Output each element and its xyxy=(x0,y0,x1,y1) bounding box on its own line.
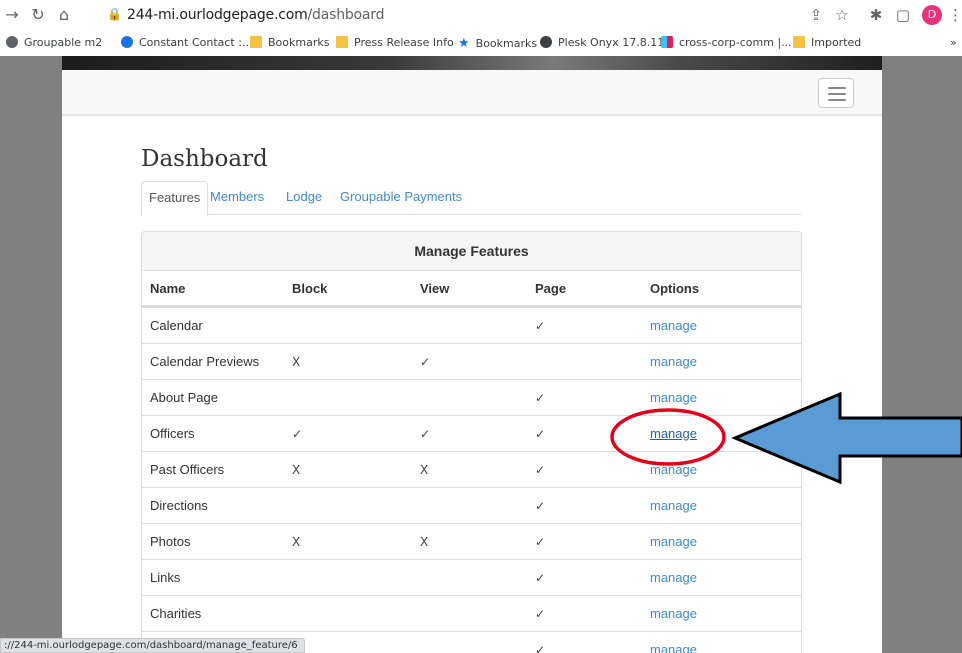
manage-link[interactable]: manage xyxy=(650,488,697,524)
feature-name: Past Officers xyxy=(150,462,225,477)
manage-link[interactable]: manage xyxy=(650,452,697,488)
page-value: ✓ xyxy=(535,607,546,621)
page-value: ✓ xyxy=(535,427,546,441)
page-value: ✓ xyxy=(535,319,546,333)
page-value: ✓ xyxy=(535,463,546,477)
feature-name: About Page xyxy=(150,390,218,405)
manage-link[interactable]: manage xyxy=(650,380,697,416)
manage-features-panel: Manage Features Name Block View Page Opt… xyxy=(141,231,802,653)
view-value: X xyxy=(420,535,429,549)
site-navbar xyxy=(62,70,882,116)
reload-icon[interactable]: ↻ xyxy=(28,5,48,25)
status-bar-url: ://244-mi.ourlodgepage.com/dashboard/man… xyxy=(0,638,305,653)
panel-heading: Manage Features xyxy=(142,232,801,271)
table-header-row: Name Block View Page Options xyxy=(142,271,801,307)
feature-name: Officers xyxy=(150,426,195,441)
view-value: ✓ xyxy=(420,427,431,441)
feature-name: Links xyxy=(150,570,181,585)
extensions-icon[interactable]: ✱ xyxy=(866,5,886,25)
feature-name: Charities xyxy=(150,606,202,621)
manage-link[interactable]: manage xyxy=(650,308,697,344)
url-text: 244-mi.ourlodgepage.com/dashboard xyxy=(127,7,385,23)
constant-contact-icon xyxy=(121,36,133,48)
folder-icon xyxy=(250,36,262,48)
star-icon: ★ xyxy=(458,36,470,51)
block-value: X xyxy=(292,355,301,369)
block-value: X xyxy=(292,463,301,477)
column-header-view: View xyxy=(420,281,450,296)
feature-name: Directions xyxy=(150,498,208,513)
bookmark-item[interactable]: Bookmarks xyxy=(250,36,329,52)
page-value: ✓ xyxy=(535,643,546,653)
feature-name: Calendar Previews xyxy=(150,354,260,369)
block-value: X xyxy=(292,535,301,549)
table-row: Directions ✓ manage xyxy=(142,487,801,523)
manage-link[interactable]: manage xyxy=(650,344,697,380)
column-header-page: Page xyxy=(535,281,567,296)
table-row: Past Officers X X ✓ manage xyxy=(142,451,801,487)
bookmark-item[interactable]: Groupable m2 xyxy=(6,36,102,52)
forward-icon[interactable]: → xyxy=(2,5,22,25)
bookmark-star-icon[interactable]: ☆ xyxy=(832,5,852,25)
bookmarks-bar: Groupable m2 Constant Contact :... Bookm… xyxy=(0,32,962,56)
table-row: Links ✓ manage xyxy=(142,559,801,595)
page-value: ✓ xyxy=(535,571,546,585)
header-banner-image xyxy=(62,56,882,70)
block-value: ✓ xyxy=(292,427,303,441)
hamburger-menu-icon[interactable] xyxy=(818,78,854,108)
plesk-icon xyxy=(540,36,552,48)
bookmark-item[interactable]: Plesk Onyx 17.8.11 xyxy=(540,36,664,52)
folder-icon xyxy=(793,36,805,48)
manage-link[interactable]: manage xyxy=(650,596,697,632)
manage-link-officers[interactable]: manage xyxy=(650,416,697,452)
feature-name: Photos xyxy=(150,534,191,549)
table-row: Charities ✓ manage xyxy=(142,595,801,631)
manage-link[interactable]: manage xyxy=(650,560,697,596)
globe-icon xyxy=(6,36,18,48)
profile-avatar[interactable]: D xyxy=(922,5,942,25)
page-content: Dashboard Features Members Lodge Groupab… xyxy=(62,70,882,653)
tab-lodge[interactable]: Lodge xyxy=(279,181,329,215)
feature-name: Calendar xyxy=(150,318,203,333)
column-header-options: Options xyxy=(650,281,700,296)
manage-link[interactable]: manage xyxy=(650,632,697,653)
share-icon[interactable]: ⇪ xyxy=(806,5,826,25)
tab-features[interactable]: Features xyxy=(141,181,209,216)
menu-dots-icon[interactable]: ⋮ xyxy=(948,5,962,25)
column-header-block: Block xyxy=(292,281,328,296)
manage-link[interactable]: manage xyxy=(650,524,697,560)
view-value: X xyxy=(420,463,429,477)
page-viewport: Dashboard Features Members Lodge Groupab… xyxy=(0,56,962,653)
home-icon[interactable]: ⌂ xyxy=(54,5,74,25)
table-row: Photos X X ✓ manage xyxy=(142,523,801,559)
tab-groupable-payments[interactable]: Groupable Payments xyxy=(333,181,469,215)
folder-icon xyxy=(336,36,348,48)
page-value: ✓ xyxy=(535,391,546,405)
view-value: ✓ xyxy=(420,355,431,369)
table-row: About Page ✓ manage xyxy=(142,379,801,415)
bookmark-item[interactable]: Press Release Info xyxy=(336,36,454,52)
slack-icon xyxy=(661,36,673,48)
address-bar[interactable]: 🔒 244-mi.ourlodgepage.com/dashboard xyxy=(103,5,863,27)
column-header-name: Name xyxy=(150,281,186,296)
table-row: Officers ✓ ✓ ✓ manage xyxy=(142,415,801,451)
tab-members[interactable]: Members xyxy=(203,181,271,215)
side-panel-icon[interactable]: ▢ xyxy=(893,5,913,25)
table-row: Calendar ✓ manage xyxy=(142,307,801,343)
bookmark-item[interactable]: Imported xyxy=(793,36,861,52)
dashboard-tabs: Features Members Lodge Groupable Payment… xyxy=(141,181,801,216)
page-title: Dashboard xyxy=(141,146,268,172)
bookmarks-overflow[interactable]: » xyxy=(950,36,957,52)
bookmark-item[interactable]: ★ Bookmarks xyxy=(458,36,537,52)
lock-icon: 🔒 xyxy=(107,7,122,21)
bookmark-item[interactable]: Constant Contact :... xyxy=(121,36,252,52)
browser-toolbar: → ↻ ⌂ 🔒 244-mi.ourlodgepage.com/dashboar… xyxy=(0,0,962,32)
table-row: Calendar Previews X ✓ manage xyxy=(142,343,801,379)
page-value: ✓ xyxy=(535,535,546,549)
bookmark-item[interactable]: cross-corp-comm |... xyxy=(661,36,792,52)
page-value: ✓ xyxy=(535,499,546,513)
